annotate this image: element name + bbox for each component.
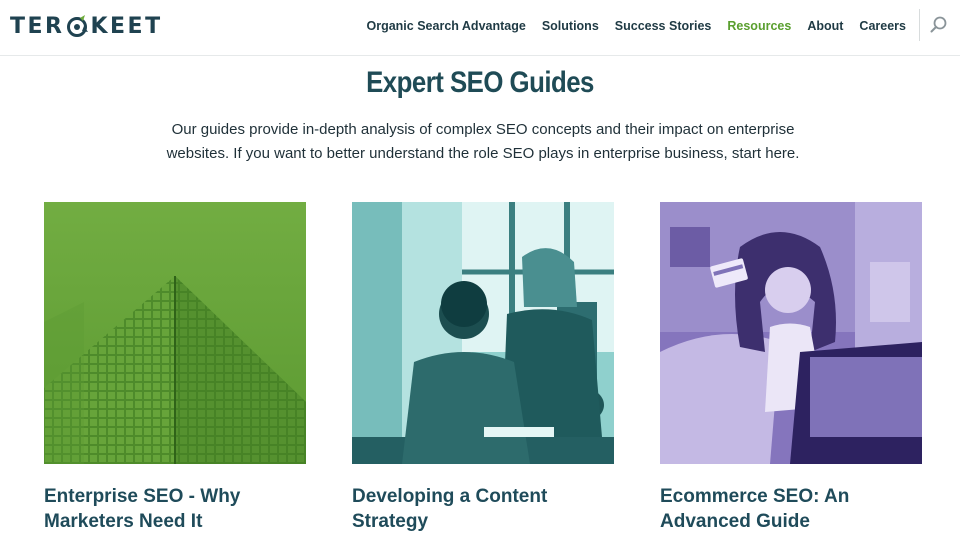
- main-nav: Organic Search Advantage Solutions Succe…: [351, 0, 907, 52]
- guide-card-enterprise-seo[interactable]: Enterprise SEO - Why Marketers Need It: [44, 202, 306, 534]
- intro-text: Our guides provide in-depth analysis of …: [166, 121, 800, 162]
- logo-text-end: KEET: [90, 13, 163, 39]
- logo-eye-icon: [66, 15, 89, 37]
- guide-card-ecommerce-seo[interactable]: Ecommerce SEO: An Advanced Guide: [660, 202, 922, 534]
- shopper-photo[interactable]: [660, 202, 922, 464]
- nav-success-stories[interactable]: Success Stories: [615, 19, 712, 33]
- office-team-photo[interactable]: [352, 202, 614, 464]
- guide-title[interactable]: Enterprise SEO - Why Marketers Need It: [44, 484, 306, 534]
- site-header: TER KEET Organic Search Advantage Soluti…: [0, 0, 960, 56]
- logo-text-start: TER: [10, 13, 65, 39]
- nav-careers[interactable]: Careers: [859, 19, 906, 33]
- terakeet-logo[interactable]: TER KEET: [10, 13, 163, 39]
- search-icon[interactable]: [928, 14, 950, 36]
- nav-divider: [919, 9, 920, 41]
- page-title: Expert SEO Guides: [366, 66, 594, 99]
- guide-title[interactable]: Ecommerce SEO: An Advanced Guide: [660, 484, 922, 534]
- guide-title[interactable]: Developing a Content Strategy: [352, 484, 614, 534]
- nav-organic-search-advantage[interactable]: Organic Search Advantage: [367, 19, 526, 33]
- building-photo[interactable]: [44, 202, 306, 464]
- nav-solutions[interactable]: Solutions: [542, 19, 599, 33]
- nav-about[interactable]: About: [807, 19, 843, 33]
- nav-resources[interactable]: Resources: [727, 19, 791, 33]
- guide-card-content-strategy[interactable]: Developing a Content Strategy: [352, 202, 614, 534]
